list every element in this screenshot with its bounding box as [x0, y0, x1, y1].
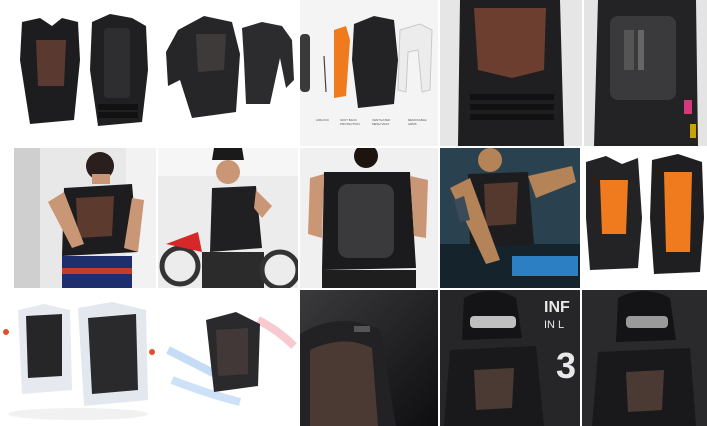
vest-closeup-front-image — [440, 0, 582, 146]
tile-vest-closeup-back-pocket[interactable] — [584, 0, 707, 146]
image-results-grid: AIRLOCK SOFT BACK PROTECTION VENTILATED … — [0, 0, 707, 426]
infographic-heading-line-1: INF — [544, 299, 570, 316]
jacket-with-sleeves-image — [158, 0, 298, 146]
vest-orange-inserts-image — [582, 148, 707, 288]
vest-front-back-image — [0, 0, 156, 146]
vest-airflow-render-image — [158, 290, 298, 426]
tile-vest-airflow-diagram[interactable] — [0, 290, 156, 426]
caption-mesh-vest: VENTILATED MESH VEST — [372, 118, 391, 126]
tile-helmet-rider-infographic[interactable]: INF IN L 3 — [440, 290, 580, 426]
vest-airflow-diagram-image — [0, 290, 156, 426]
tile-vest-airflow-render[interactable] — [158, 290, 298, 426]
tile-rider-fastening-vest[interactable] — [14, 148, 156, 288]
tile-vest-exploded-components[interactable]: AIRLOCK SOFT BACK PROTECTION VENTILATED … — [300, 0, 438, 146]
tile-vest-dark-shoulder-closeup[interactable] — [300, 290, 438, 426]
infographic-heading-line-2: IN L — [544, 319, 565, 331]
rider-fastening-image — [14, 148, 156, 288]
rider-monster-cap-image — [158, 148, 298, 288]
tile-vest-front-back-studio[interactable] — [0, 0, 156, 146]
tattooed-rider-image — [440, 148, 580, 288]
caption-airlock: AIRLOCK — [316, 118, 330, 122]
tile-rider-monster-cap-motocross[interactable] — [158, 148, 298, 288]
tile-helmet-rider-dark[interactable] — [582, 290, 707, 426]
tile-tattooed-rider-adjusting-vest[interactable] — [440, 148, 580, 288]
tile-rider-back-view-vest[interactable] — [300, 148, 438, 288]
rider-back-image — [300, 148, 438, 288]
helmet-rider-dark-image — [582, 290, 707, 426]
caption-removable-arms: REMOVABLE ARMS — [408, 118, 427, 126]
tile-vest-orange-inserts[interactable] — [582, 148, 707, 288]
tile-vest-closeup-front[interactable] — [440, 0, 582, 146]
caption-soft-back: SOFT BACK PROTECTION — [340, 118, 360, 126]
infographic-big-number: 3 — [556, 345, 577, 386]
vest-dark-shoulder-image — [300, 290, 438, 426]
vest-closeup-back-image — [584, 0, 707, 146]
tile-jacket-with-sleeves-studio[interactable] — [158, 0, 298, 146]
